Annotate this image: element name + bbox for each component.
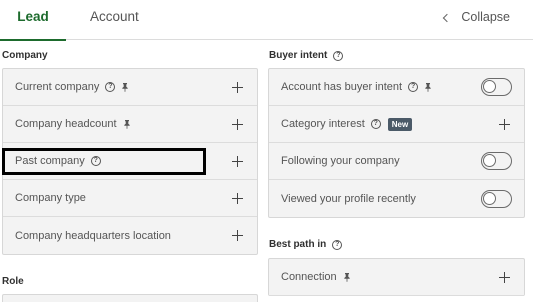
add-icon[interactable]	[499, 118, 510, 130]
filter-connection[interactable]: Connection	[269, 259, 524, 296]
role-filter-list	[2, 294, 258, 302]
tab-lead[interactable]: Lead	[0, 0, 66, 41]
lead-filters-panel: Lead Account Collapse Company Current co…	[0, 0, 533, 302]
filter-following-your-company[interactable]: Following your company	[269, 143, 524, 180]
help-icon[interactable]: ?	[332, 239, 343, 250]
company-filter-list: Current company ? Company headcount Past…	[2, 68, 258, 255]
help-icon[interactable]: ?	[370, 119, 381, 129]
filter-past-company[interactable]: Past company ?	[3, 143, 257, 180]
collapse-button[interactable]: Collapse	[443, 0, 510, 34]
help-icon[interactable]: ?	[408, 82, 419, 92]
filter-company-headquarters-location[interactable]: Company headquarters location	[3, 217, 257, 254]
pin-icon[interactable]	[122, 119, 132, 129]
section-title-company: Company	[2, 50, 48, 61]
filter-label: Viewed your profile recently	[281, 192, 416, 205]
filter-label: Connection	[281, 271, 337, 283]
filter-account-has-buyer-intent[interactable]: Account has buyer intent ?	[269, 69, 524, 106]
filter-company-headcount[interactable]: Company headcount	[3, 106, 257, 143]
help-icon[interactable]: ?	[90, 156, 101, 166]
add-icon[interactable]	[232, 118, 243, 130]
filter-category-interest[interactable]: Category interest ? New	[269, 106, 524, 143]
help-icon[interactable]: ?	[105, 82, 116, 92]
buyer-intent-toggle[interactable]	[481, 78, 512, 96]
buyer-intent-filter-list: Account has buyer intent ? Category inte…	[268, 68, 525, 218]
filter-label: Current company	[15, 81, 100, 93]
collapse-label: Collapse	[461, 10, 510, 24]
add-icon[interactable]	[232, 192, 243, 204]
section-title-role: Role	[2, 276, 24, 287]
tab-account[interactable]: Account	[90, 0, 139, 40]
best-path-filter-list: Connection	[268, 258, 525, 296]
help-icon[interactable]: ?	[333, 50, 344, 61]
section-title-best-path-in: Best path in ?	[269, 239, 343, 250]
filter-company-type[interactable]: Company type	[3, 180, 257, 217]
pin-icon[interactable]	[342, 272, 352, 282]
tab-bar: Lead Account Collapse	[0, 0, 533, 41]
filter-label: Category interest	[281, 118, 365, 130]
chevron-left-icon	[443, 13, 452, 22]
following-company-toggle[interactable]	[481, 152, 512, 170]
filter-label: Company type	[15, 192, 86, 204]
filter-current-company[interactable]: Current company ?	[3, 69, 257, 106]
filter-label: Past company	[15, 155, 85, 167]
pin-icon[interactable]	[120, 82, 130, 92]
pin-icon[interactable]	[423, 82, 433, 92]
new-badge: New	[387, 117, 413, 131]
add-icon[interactable]	[232, 155, 243, 167]
add-icon[interactable]	[232, 81, 243, 93]
filter-label: Following your company	[281, 155, 400, 167]
filter-label: Company headquarters location	[15, 229, 171, 242]
section-title-buyer-intent: Buyer intent ?	[269, 50, 344, 61]
add-icon[interactable]	[232, 230, 243, 241]
viewed-profile-toggle[interactable]	[481, 189, 512, 208]
filter-label: Account has buyer intent	[281, 81, 403, 93]
filter-viewed-your-profile-recently[interactable]: Viewed your profile recently	[269, 180, 524, 217]
add-icon[interactable]	[499, 271, 510, 283]
filter-label: Company headcount	[15, 118, 117, 130]
